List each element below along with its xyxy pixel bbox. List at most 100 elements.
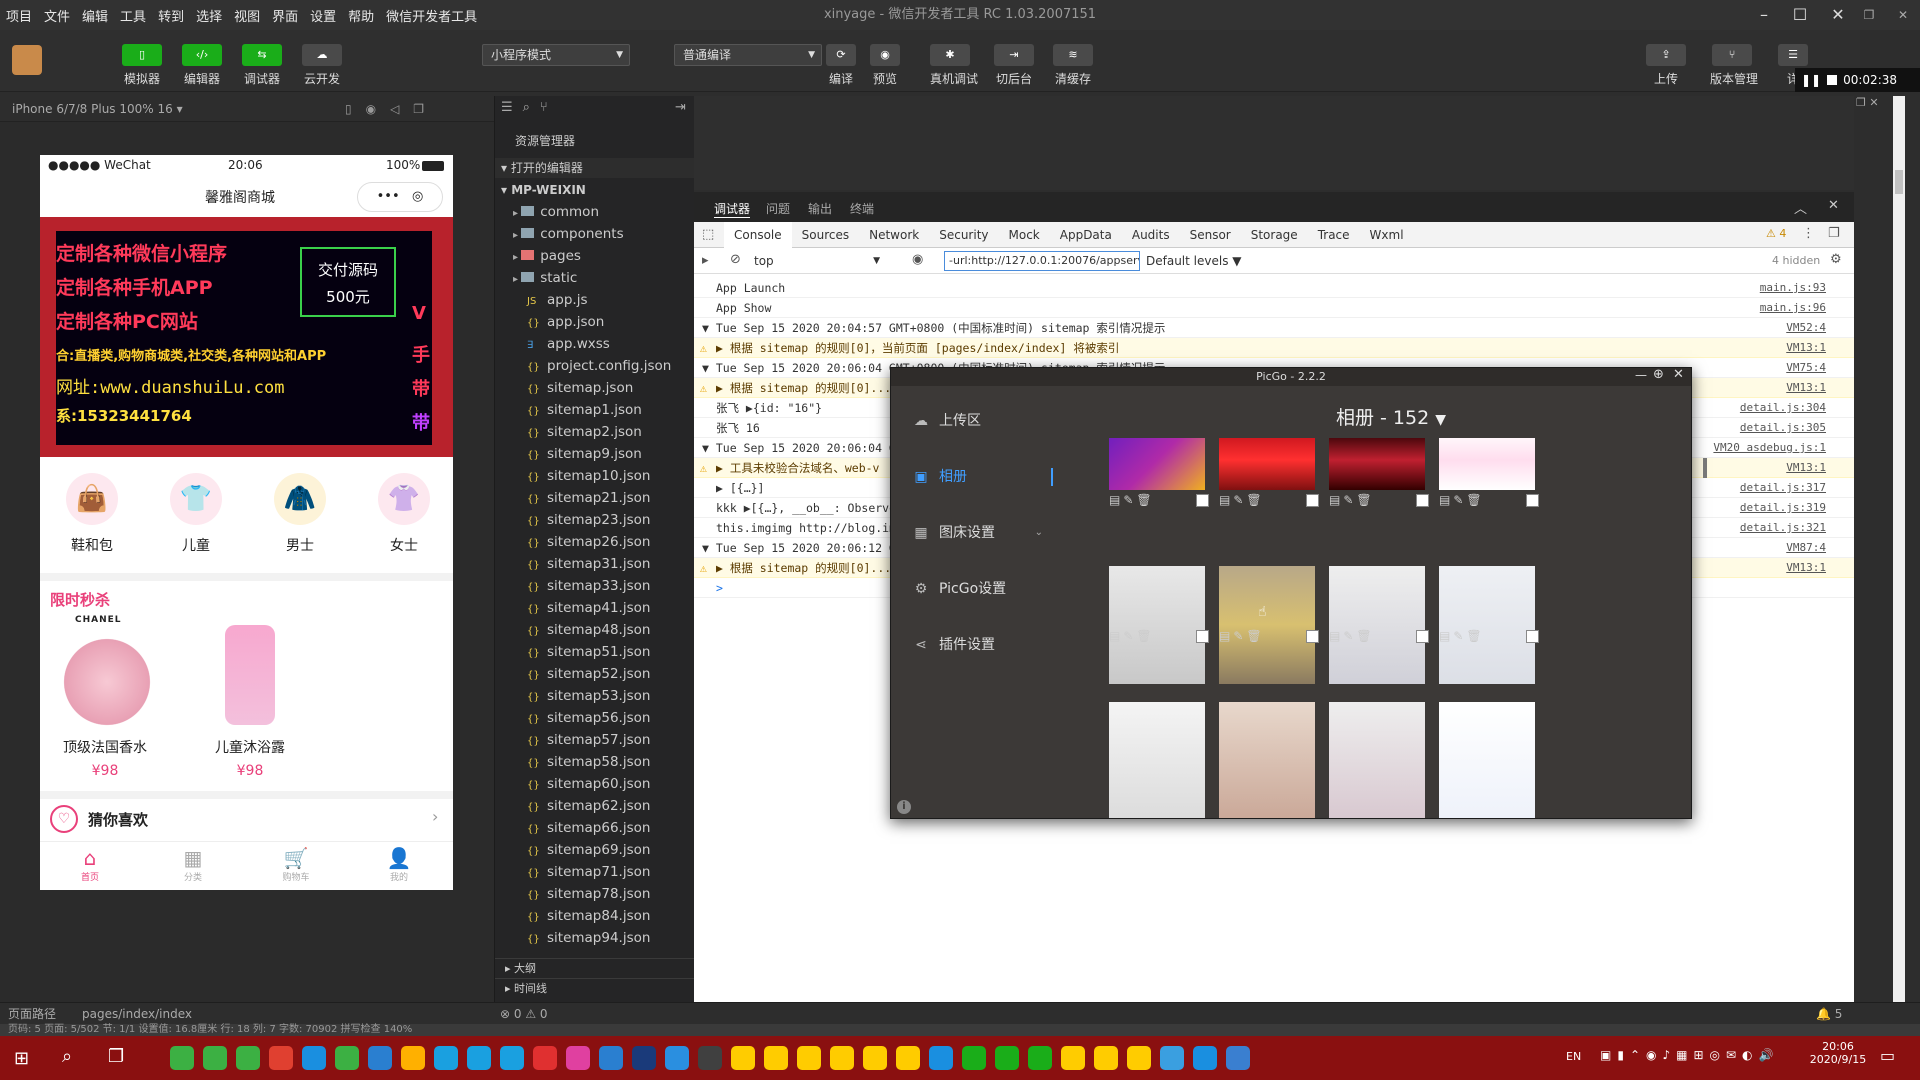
product-name[interactable]: 顶级法国香水: [50, 737, 160, 757]
select-checkbox[interactable]: [1526, 493, 1539, 507]
edit-icon[interactable]: ✎: [1233, 629, 1243, 643]
console-line[interactable]: ⚠ ▶ 根据 sitemap 的规则[0]，当前页面 [pages/index/i…: [694, 338, 1854, 358]
album-thumbnail[interactable]: [1109, 702, 1205, 818]
category-item[interactable]: 🧥 男士: [256, 473, 344, 555]
taskbar-app-icon[interactable]: [665, 1046, 689, 1070]
taskbar-app-icon[interactable]: [1127, 1046, 1151, 1070]
album-thumbnail[interactable]: [1439, 438, 1535, 490]
devtools-tab-network[interactable]: Network: [859, 222, 929, 248]
file-item[interactable]: {} sitemap58.json: [495, 751, 695, 773]
taskbar-app-icon[interactable]: [995, 1046, 1019, 1070]
taskbar-app-icon[interactable]: [863, 1046, 887, 1070]
copy-icon[interactable]: ▤: [1219, 629, 1230, 643]
outline-section[interactable]: ▸ 大纲: [495, 958, 695, 980]
devtools-tab-mock[interactable]: Mock: [999, 222, 1050, 248]
taskbar-app-icon[interactable]: [401, 1046, 425, 1070]
file-item[interactable]: {} sitemap53.json: [495, 685, 695, 707]
info-icon[interactable]: i: [897, 800, 911, 814]
stop-icon[interactable]: [1827, 75, 1838, 85]
version-button[interactable]: ⑂ 版本管理: [1710, 44, 1758, 87]
file-item[interactable]: {} sitemap84.json: [495, 905, 695, 927]
inspect-icon[interactable]: ⬚: [702, 227, 714, 242]
windows-start-icon[interactable]: ⊞: [14, 1048, 29, 1069]
split-icon[interactable]: ⇥: [675, 100, 686, 115]
folder-static[interactable]: ▸ static: [495, 267, 695, 289]
task-view-icon[interactable]: ❐: [108, 1046, 124, 1067]
delete-icon[interactable]: 🗑: [1136, 629, 1151, 643]
album-thumbnail[interactable]: [1219, 566, 1315, 684]
taskbar-app-icon[interactable]: [731, 1046, 755, 1070]
file-item[interactable]: {} sitemap60.json: [495, 773, 695, 795]
taskbar-app-icon[interactable]: [632, 1046, 656, 1070]
taskbar-app-icon[interactable]: [236, 1046, 260, 1070]
nav-upload[interactable]: ☁ 上传区: [913, 409, 981, 433]
devtools-tab-sources[interactable]: Sources: [792, 222, 859, 248]
devtools-tab-appdata[interactable]: AppData: [1050, 222, 1122, 248]
debugger-button[interactable]: ⇆ 调试器: [242, 44, 282, 87]
source-link[interactable]: main.js:93: [1760, 278, 1826, 298]
compile-button[interactable]: ⟳ 编译: [826, 44, 856, 87]
file-item[interactable]: {} sitemap9.json: [495, 443, 695, 465]
devtools-tab-security[interactable]: Security: [929, 222, 998, 248]
guess-you-like[interactable]: ♡ 猜你喜欢 ›: [40, 799, 453, 839]
file-item[interactable]: {} sitemap26.json: [495, 531, 695, 553]
file-item[interactable]: {} sitemap78.json: [495, 883, 695, 905]
edit-icon[interactable]: ✎: [1123, 629, 1133, 643]
menu-interface[interactable]: 界面: [266, 6, 304, 25]
minimize-icon[interactable]: —: [1635, 368, 1647, 382]
view-toggle-icon[interactable]: ❐ ✕: [1856, 96, 1890, 112]
taskbar-app-icon[interactable]: [203, 1046, 227, 1070]
album-thumbnail[interactable]: [1329, 438, 1425, 490]
edit-icon[interactable]: ✎: [1343, 629, 1353, 643]
delete-icon[interactable]: 🗑: [1466, 493, 1481, 507]
delete-icon[interactable]: 🗑: [1466, 629, 1481, 643]
menu-select[interactable]: 选择: [190, 6, 228, 25]
devtools-tab-wxml[interactable]: Wxml: [1360, 222, 1414, 248]
avatar[interactable]: [12, 45, 42, 75]
album-thumbnail[interactable]: [1329, 702, 1425, 818]
select-checkbox[interactable]: [1306, 629, 1319, 643]
source-link[interactable]: detail.js:317: [1740, 478, 1826, 498]
file-item[interactable]: {} sitemap69.json: [495, 839, 695, 861]
eye-icon[interactable]: ◉: [912, 252, 923, 267]
taskbar-app-icon[interactable]: [764, 1046, 788, 1070]
edit-icon[interactable]: ✎: [1233, 493, 1243, 507]
delete-icon[interactable]: 🗑: [1356, 629, 1371, 643]
copy-icon[interactable]: ▤: [1219, 493, 1230, 507]
mode-select[interactable]: 小程序模式 ▼: [482, 44, 630, 66]
file-item[interactable]: JS app.js: [495, 289, 695, 311]
delete-icon[interactable]: 🗑: [1246, 629, 1261, 643]
path-label[interactable]: 页面路径: [8, 1003, 56, 1025]
taskbar-app-icon[interactable]: [566, 1046, 590, 1070]
file-item[interactable]: {} sitemap10.json: [495, 465, 695, 487]
folder-pages[interactable]: ▸ pages: [495, 245, 695, 267]
album-thumbnail[interactable]: [1329, 566, 1425, 684]
source-link[interactable]: detail.js:321: [1740, 518, 1826, 538]
menu-file[interactable]: 文件: [38, 6, 76, 25]
copy-icon[interactable]: ▤: [1329, 629, 1340, 643]
source-link[interactable]: detail.js:319: [1740, 498, 1826, 518]
menu-settings[interactable]: 设置: [304, 6, 342, 25]
editor-button[interactable]: ‹/› 编辑器: [182, 44, 222, 87]
folder-components[interactable]: ▸ components: [495, 223, 695, 245]
tab-output[interactable]: 输出: [808, 200, 832, 217]
pin-icon[interactable]: ⊕: [1653, 367, 1664, 382]
nav-picgo-settings[interactable]: ⚙ PicGo设置: [913, 577, 1006, 601]
category-item[interactable]: 👚 女士: [360, 473, 448, 555]
notification-center-icon[interactable]: ▭: [1880, 1046, 1895, 1065]
clear-console-icon[interactable]: ⊘: [730, 252, 741, 267]
notification-count[interactable]: 🔔 5: [1816, 1003, 1842, 1025]
taskbar-app-icon[interactable]: [533, 1046, 557, 1070]
taskbar-app-icon[interactable]: [434, 1046, 458, 1070]
warning-count[interactable]: ⚠ 4: [1766, 227, 1786, 240]
tab-mine[interactable]: 👤 我的: [359, 846, 439, 883]
sim-controls[interactable]: ▯◉◁❐: [345, 96, 438, 122]
taskbar-app-icon[interactable]: [170, 1046, 194, 1070]
taskbar-app-icon[interactable]: [698, 1046, 722, 1070]
file-item[interactable]: {} sitemap48.json: [495, 619, 695, 641]
taskbar-app-icon[interactable]: [1061, 1046, 1085, 1070]
project-root[interactable]: ▾ MP-WEIXIN: [495, 180, 695, 200]
file-item[interactable]: {} sitemap1.json: [495, 399, 695, 421]
delete-icon[interactable]: 🗑: [1356, 493, 1371, 507]
menu-devtools[interactable]: 微信开发者工具: [380, 6, 483, 25]
